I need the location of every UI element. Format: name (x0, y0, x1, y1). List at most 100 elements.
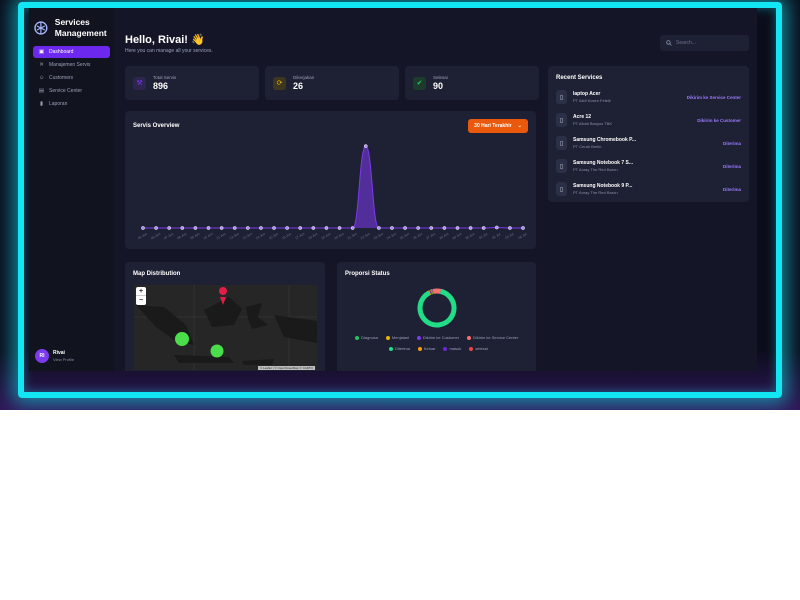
x-tick-label: 14 Jun (255, 232, 266, 241)
data-point[interactable] (180, 226, 185, 230)
desktop-background: Services Management ▣ Dashboard ✕ Manajemen… (0, 0, 800, 410)
sidebar-item-label: Customers (49, 75, 74, 81)
map-view[interactable]: + − © Leaflet | © OpenStreetMap © CARTO (134, 285, 317, 370)
list-item[interactable]: ▯ Acre 12 PT Albidi Banyus TBK Dikirim ke C… (556, 110, 741, 130)
legend-label: Dikirim ke Customer (423, 335, 460, 340)
data-point[interactable] (350, 226, 355, 230)
legend-label: selesai (475, 346, 488, 351)
data-point[interactable] (521, 226, 525, 230)
view-profile-link[interactable]: View Profile (53, 357, 74, 362)
zoom-in-button[interactable]: + (136, 287, 146, 296)
data-point[interactable] (324, 226, 329, 230)
users-icon: ☺ (38, 75, 45, 81)
data-point[interactable] (193, 226, 198, 230)
data-point[interactable] (245, 226, 250, 230)
data-point[interactable] (468, 226, 473, 230)
user-profile[interactable]: RI Rivai View Profile (35, 349, 74, 363)
data-point[interactable] (455, 226, 460, 230)
data-point[interactable] (363, 144, 368, 148)
data-point[interactable] (377, 226, 381, 230)
data-point[interactable] (337, 226, 342, 230)
data-point[interactable] (298, 226, 303, 230)
status-badge: Dikirim ke Service Center (686, 94, 741, 100)
data-point[interactable] (403, 226, 407, 230)
legend-item[interactable]: Diterima (389, 346, 410, 351)
recent-title: Recent Services (556, 75, 603, 81)
service-customer: PT Anray The Red Baron (573, 167, 618, 172)
sidebar-item-label: Dashboard (49, 49, 74, 55)
data-point[interactable] (167, 226, 172, 230)
sidebar-item-laporan[interactable]: ▮ Laporan (33, 98, 110, 110)
avatar[interactable]: RI (35, 349, 49, 363)
device-icon: ▯ (556, 159, 567, 173)
data-point[interactable] (508, 226, 512, 230)
device-icon: ▯ (556, 90, 567, 104)
data-point[interactable] (272, 226, 276, 230)
sidebar-item-customers[interactable]: ☺ Customers (33, 72, 110, 84)
sidebar: Services Management ▣ Dashboard ✕ Manajemen… (29, 8, 114, 371)
legend-item[interactable]: Dikirim ke Customer (417, 335, 459, 340)
data-point[interactable] (442, 226, 447, 230)
legend-swatch (443, 346, 448, 351)
zoom-out-button[interactable]: − (136, 296, 146, 305)
legend-item[interactable]: selesai (469, 346, 488, 351)
map-shapes (134, 285, 317, 370)
status-legend-row-2: Diterima Keluar masuk selesai (389, 346, 488, 351)
data-point[interactable] (494, 225, 499, 230)
legend-swatch (469, 346, 474, 351)
sidebar-item-dashboard[interactable]: ▣ Dashboard (33, 46, 110, 58)
legend-item[interactable]: Menjalani (385, 335, 409, 340)
x-tick-label: 19 Jun (321, 232, 332, 241)
stat-value: 896 (153, 81, 169, 91)
x-tick-label: 01 Jul (478, 232, 488, 240)
map-title: Map Distribution (133, 271, 181, 277)
data-point[interactable] (219, 226, 224, 230)
data-point[interactable] (285, 226, 289, 230)
search-input[interactable]: Search... (660, 35, 749, 51)
data-point[interactable] (259, 226, 263, 230)
wrench-icon: ✕ (39, 62, 44, 68)
sidebar-item-manajemen-servis[interactable]: ✕ Manajemen Servis (33, 59, 110, 71)
map-attribution[interactable]: © Leaflet | © OpenStreetMap © CARTO (258, 366, 315, 370)
x-tick-label: 21 Jun (347, 232, 358, 241)
data-point[interactable] (390, 226, 394, 230)
legend-swatch (467, 335, 472, 340)
data-point[interactable] (232, 226, 237, 230)
data-point[interactable] (416, 226, 421, 230)
list-item[interactable]: ▯ laptop Acer PT Alidi Kosen Felktii Dikiri… (556, 87, 741, 107)
legend-swatch (385, 335, 390, 340)
map-cluster-marker[interactable] (175, 332, 189, 346)
x-tick-label: 04 Jul (518, 232, 528, 240)
map-zoom-control: + − (136, 287, 146, 305)
legend-item[interactable]: Dikirim ke Service Center (467, 335, 518, 340)
legend-item[interactable]: Keluar (417, 346, 435, 351)
x-tick-label: 26 Jun (412, 232, 423, 241)
map-cluster-marker[interactable] (210, 344, 224, 358)
tools-icon: ⚒ (133, 76, 146, 90)
list-item[interactable]: ▯ Samsung Notebook 7 S... PT Anray The Red… (556, 156, 741, 176)
x-tick-label: 12 Jun (229, 232, 240, 241)
x-tick-label: 25 Jun (399, 232, 410, 241)
list-item[interactable]: ▯ Samsung Chromebook P... PT Cerah Berlin D… (556, 133, 741, 153)
data-point[interactable] (206, 226, 211, 230)
device-icon: ▯ (556, 182, 567, 196)
sidebar-item-service-center[interactable]: ▤ Service Center (33, 85, 110, 97)
data-point[interactable] (141, 226, 145, 230)
search-placeholder: Search... (676, 40, 697, 46)
series-area (143, 146, 523, 228)
data-point[interactable] (429, 226, 434, 230)
x-tick-label: 16 Jun (281, 232, 292, 241)
data-point[interactable] (311, 226, 316, 230)
data-point[interactable] (481, 226, 486, 230)
legend-item[interactable]: masuk (443, 346, 461, 351)
x-tick-label: 06 Jun (150, 232, 161, 241)
x-tick-label: 02 Jul (491, 232, 501, 240)
x-tick-label: 03 Jul (504, 232, 514, 240)
pie-slice[interactable] (417, 288, 457, 328)
x-tick-label: 07 Jun (163, 232, 174, 241)
data-point[interactable] (154, 226, 158, 230)
list-item[interactable]: ▯ Samsung Notebook 9 P... PT Anray The Red… (556, 179, 741, 199)
overview-chart: 05 Jun 06 Jun 07 Jun 08 Jun 09 Jun 10 Jun 11 J… (137, 144, 528, 241)
legend-item[interactable]: Diagnosa (355, 335, 378, 340)
app-window: Services Management ▣ Dashboard ✕ Manajemen… (29, 8, 757, 371)
